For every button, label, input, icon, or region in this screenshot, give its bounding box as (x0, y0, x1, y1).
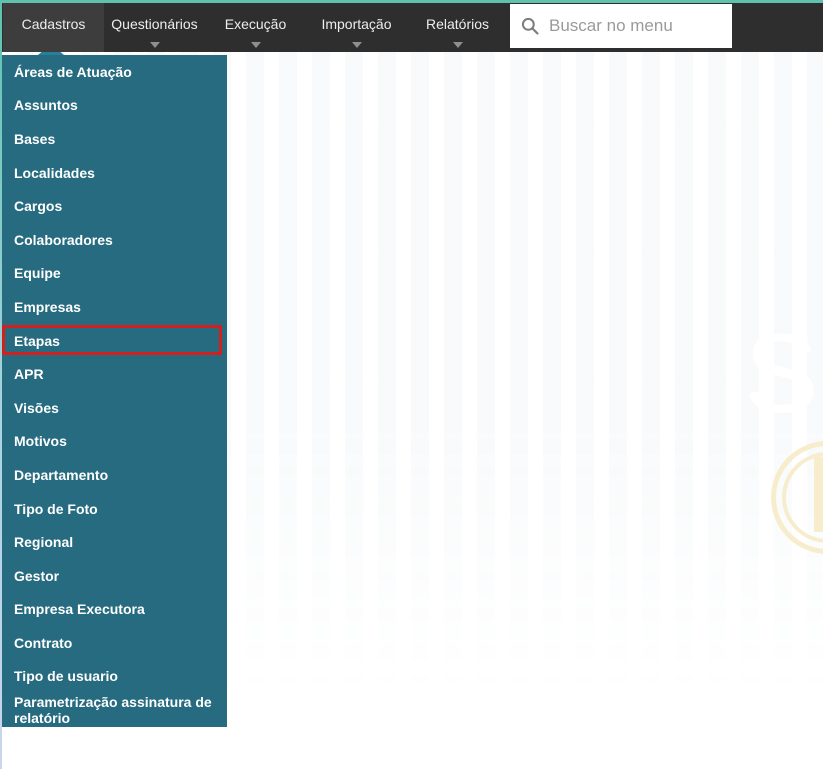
dropdown-menu-item[interactable]: Empresa Executora (2, 593, 227, 627)
dropdown-menu-item-label: Áreas de Atuação (14, 63, 132, 80)
nav-tabs: Cadastros Questionários Execução Importa… (3, 3, 508, 52)
nav-tab-label: Importação (321, 15, 392, 32)
logo-watermark-bar (814, 457, 823, 532)
dropdown-menu-item-label: Visões (14, 399, 59, 416)
nav-tab-label: Execução (224, 15, 287, 32)
dropdown-menu-item[interactable]: Motivos (2, 425, 227, 459)
dropdown-menu-item[interactable]: Assuntos (2, 89, 227, 123)
dropdown-menu-item-label: Etapas (14, 332, 60, 349)
dropdown-menu-item[interactable]: Tipo de usuario (2, 660, 227, 694)
dropdown-menu-item[interactable]: Parametrização assinatura de relatório (2, 693, 227, 727)
nav-tab[interactable]: Questionários (104, 3, 205, 52)
dropdown-menu-item-label: Regional (14, 534, 74, 551)
nav-tab-label: Cadastros (21, 15, 86, 32)
dropdown-menu-item-label: Gestor (14, 567, 60, 584)
dropdown-menu-item[interactable]: Localidades (2, 156, 227, 190)
nav-tab[interactable]: Importação (306, 3, 407, 52)
dropdown-menu-item[interactable]: Cargos (2, 189, 227, 223)
dropdown-menu-item[interactable]: Departamento (2, 458, 227, 492)
dropdown-menu-item-label: Contrato (14, 634, 73, 651)
dropdown-menu-item[interactable]: Tipo de Foto (2, 492, 227, 526)
dropdown-menu-item-label: Tipo de Foto (14, 500, 98, 517)
dropdown-menu-item[interactable]: Visões (2, 391, 227, 425)
top-navigation-bar: Cadastros Questionários Execução Importa… (0, 0, 823, 52)
dropdown-menu-item-label: Parametrização assinatura de relatório (14, 694, 212, 727)
dropdown-menu-item-label: Departamento (14, 466, 109, 483)
dropdown-menu-item[interactable]: Empresas (2, 290, 227, 324)
dropdown-menu-item-label: Tipo de usuario (14, 668, 118, 685)
dropdown-menu-item[interactable]: Gestor (2, 559, 227, 593)
dropdown-menu-item-label: Empresas (14, 298, 81, 315)
dropdown-menu-item-label: Assuntos (14, 97, 78, 114)
app-screen: S Cadastros Questionários Execução Impor… (0, 0, 823, 769)
cadastros-dropdown-menu: Áreas de Atuação Assuntos Bases Localida… (2, 44, 227, 727)
dropdown-menu-item-label: Bases (14, 130, 56, 147)
nav-tab[interactable]: Cadastros (3, 3, 104, 52)
page-left-border (0, 0, 2, 769)
dropdown-menu-item[interactable]: APR (2, 357, 227, 391)
chevron-down-icon (452, 42, 463, 48)
dropdown-menu-item-label: Motivos (14, 433, 67, 450)
dropdown-menu-item[interactable]: Equipe (2, 257, 227, 291)
logo-watermark-letter: S (744, 311, 819, 436)
dropdown-menu-item-label: Localidades (14, 164, 95, 181)
nav-tab-label: Relatórios (425, 15, 490, 32)
menu-search-box (510, 4, 732, 48)
dropdown-menu-item[interactable]: Regional (2, 525, 227, 559)
dropdown-menu-item[interactable]: Etapas (2, 324, 227, 358)
dropdown-menu-item[interactable]: Bases (2, 122, 227, 156)
dropdown-menu-item-label: Cargos (14, 198, 63, 215)
dropdown-menu-item[interactable]: Áreas de Atuação (2, 55, 227, 89)
search-input[interactable] (549, 16, 722, 36)
search-icon (521, 17, 539, 35)
nav-tab[interactable]: Execução (205, 3, 306, 52)
dropdown-menu-item-label: Colaboradores (14, 231, 113, 248)
chevron-down-icon (250, 42, 261, 48)
dropdown-menu-item[interactable]: Contrato (2, 626, 227, 660)
nav-tab[interactable]: Relatórios (407, 3, 508, 52)
dropdown-menu-item-label: APR (14, 366, 44, 383)
dropdown-menu-item-label: Equipe (14, 265, 61, 282)
chevron-down-icon (351, 42, 362, 48)
dropdown-menu-item[interactable]: Colaboradores (2, 223, 227, 257)
nav-tab-label: Questionários (111, 15, 198, 32)
dropdown-menu-item-label: Empresa Executora (14, 601, 145, 618)
chevron-down-icon (149, 42, 160, 48)
